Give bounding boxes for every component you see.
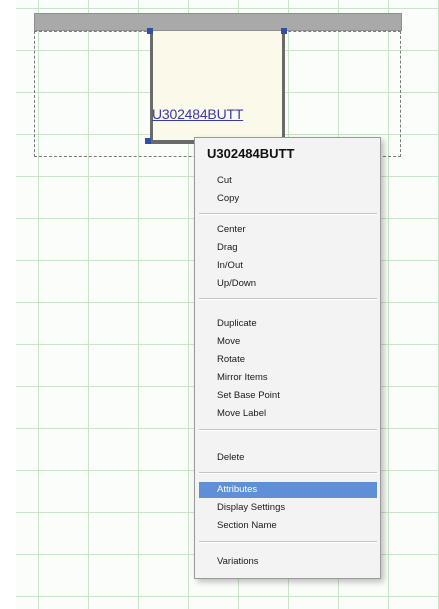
- grip-handle-top-right[interactable]: [281, 28, 287, 34]
- menu-item-drag[interactable]: Drag: [199, 240, 377, 256]
- menu-item-mirror-items[interactable]: Mirror Items: [199, 370, 377, 386]
- menu-item-copy[interactable]: Copy: [199, 191, 377, 207]
- menu-separator: [199, 429, 377, 431]
- menu-separator: [199, 213, 377, 215]
- menu-item-section-name[interactable]: Section Name: [199, 518, 377, 534]
- component-bottom-edge: [150, 140, 196, 144]
- grip-handle-bottom-left[interactable]: [145, 138, 151, 144]
- menu-item-set-base-point[interactable]: Set Base Point: [199, 388, 377, 404]
- menu-item-up-down[interactable]: Up/Down: [199, 276, 377, 292]
- selected-rail-bar[interactable]: [34, 13, 402, 31]
- grip-handle-top-left[interactable]: [147, 28, 153, 34]
- menu-separator: [199, 472, 377, 474]
- menu-item-attributes[interactable]: Attributes: [199, 482, 377, 498]
- component-label[interactable]: U302484BUTT: [152, 106, 243, 122]
- menu-separator: [199, 541, 377, 543]
- context-menu-title: U302484BUTT: [207, 146, 295, 161]
- context-menu: U302484BUTT Cut Copy Center Drag In/Out …: [194, 137, 381, 579]
- menu-item-delete[interactable]: Delete: [199, 450, 377, 466]
- menu-item-display-settings[interactable]: Display Settings: [199, 500, 377, 516]
- menu-item-duplicate[interactable]: Duplicate: [199, 316, 377, 332]
- menu-item-in-out[interactable]: In/Out: [199, 258, 377, 274]
- component-body[interactable]: [150, 31, 285, 143]
- menu-item-move-label[interactable]: Move Label: [199, 406, 377, 422]
- menu-item-rotate[interactable]: Rotate: [199, 352, 377, 368]
- menu-item-move[interactable]: Move: [199, 334, 377, 350]
- menu-item-center[interactable]: Center: [199, 222, 377, 238]
- menu-item-variations[interactable]: Variations: [199, 554, 377, 570]
- menu-item-cut[interactable]: Cut: [199, 173, 377, 189]
- menu-separator: [199, 298, 377, 300]
